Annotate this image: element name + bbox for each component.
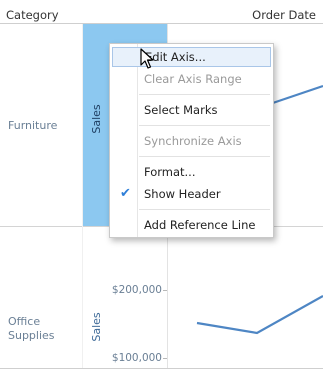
- menu-item-edit-axis-label: Edit Axis...: [145, 50, 206, 64]
- menu-item-clear-axis-range-label: Clear Axis Range: [144, 72, 242, 86]
- menu-item-select-marks[interactable]: Select Marks: [112, 100, 271, 120]
- menu-item-add-reference-line-label: Add Reference Line: [144, 218, 256, 232]
- menu-item-edit-axis[interactable]: Edit Axis...: [112, 47, 271, 67]
- menu-item-show-header-label: Show Header: [144, 187, 221, 201]
- menu-item-format-label: Format...: [144, 165, 196, 179]
- menu-separator: [139, 156, 270, 157]
- menu-item-select-marks-label: Select Marks: [144, 103, 218, 117]
- menu-item-synchronize-axis-label: Synchronize Axis: [144, 134, 242, 148]
- menu-item-synchronize-axis[interactable]: Synchronize Axis: [112, 131, 271, 151]
- checkmark-icon: ✔: [120, 186, 131, 201]
- office-supplies-sales-line[interactable]: [196, 295, 323, 335]
- menu-item-show-header[interactable]: ✔ Show Header: [112, 184, 271, 204]
- mouse-cursor-icon: [140, 48, 154, 69]
- menu-item-add-reference-line[interactable]: Add Reference Line: [112, 215, 271, 235]
- menu-separator: [139, 125, 270, 126]
- menu-item-clear-axis-range[interactable]: Clear Axis Range: [112, 69, 271, 89]
- menu-separator: [139, 209, 270, 210]
- menu-item-format[interactable]: Format...: [112, 162, 271, 182]
- context-menu[interactable]: Edit Axis... Clear Axis Range Select Mar…: [109, 43, 274, 238]
- menu-separator: [139, 94, 270, 95]
